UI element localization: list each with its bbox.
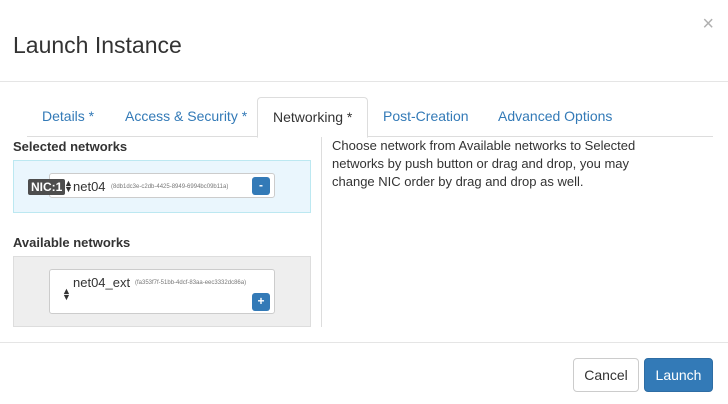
launch-button[interactable]: Launch xyxy=(644,358,713,392)
tab-post-creation[interactable]: Post-Creation xyxy=(368,97,484,137)
network-name: net04_ext xyxy=(73,275,131,290)
available-network-item[interactable]: ▲ ▼ net04_ext (fa353f7f-51bb-4dcf-83aa-ee… xyxy=(49,269,275,314)
column-divider xyxy=(321,137,322,327)
selected-networks-label: Selected networks xyxy=(13,139,128,154)
sort-icon[interactable]: ▲ ▼ xyxy=(64,179,73,194)
network-name: net04 xyxy=(73,179,106,194)
selected-networks-list[interactable]: NIC:1 ▲ ▼ net04 (8db1dc3e-c2db-4425-8949-… xyxy=(13,160,311,213)
tab-access-security[interactable]: Access & Security * xyxy=(110,97,262,137)
networking-help-text: Choose network from Available networks t… xyxy=(332,138,636,189)
network-id: (fa353f7f-51bb-4dcf-83aa-eec3332dc86a) xyxy=(135,280,247,286)
close-icon[interactable]: × xyxy=(702,14,714,34)
selected-network-item[interactable]: NIC:1 ▲ ▼ net04 (8db1dc3e-c2db-4425-8949-… xyxy=(28,173,275,198)
available-networks-list[interactable]: ▲ ▼ net04_ext (fa353f7f-51bb-4dcf-83aa-ee… xyxy=(13,256,311,327)
cancel-button[interactable]: Cancel xyxy=(573,358,639,392)
remove-network-button[interactable]: - xyxy=(252,177,270,195)
modal-header: Launch Instance × xyxy=(0,0,728,82)
network-selection-panel: Selected networks NIC:1 ▲ ▼ net04 (8db1dc… xyxy=(13,137,321,327)
tab-details[interactable]: Details * xyxy=(27,97,109,137)
nic-badge: NIC:1 xyxy=(28,179,66,195)
network-id: (8db1dc3e-c2db-4425-8949-6994bc09b11a) xyxy=(111,184,229,190)
tab-networking[interactable]: Networking * xyxy=(257,97,369,138)
tab-bar: Details * Access & Security * Networking… xyxy=(27,97,713,138)
add-network-button[interactable]: + xyxy=(252,293,270,311)
modal-footer: Cancel Launch xyxy=(0,342,728,404)
tab-advanced-options[interactable]: Advanced Options xyxy=(483,97,627,137)
modal-title: Launch Instance xyxy=(13,32,182,58)
available-networks-label: Available networks xyxy=(13,235,131,250)
sort-icon[interactable]: ▲ ▼ xyxy=(62,287,71,302)
